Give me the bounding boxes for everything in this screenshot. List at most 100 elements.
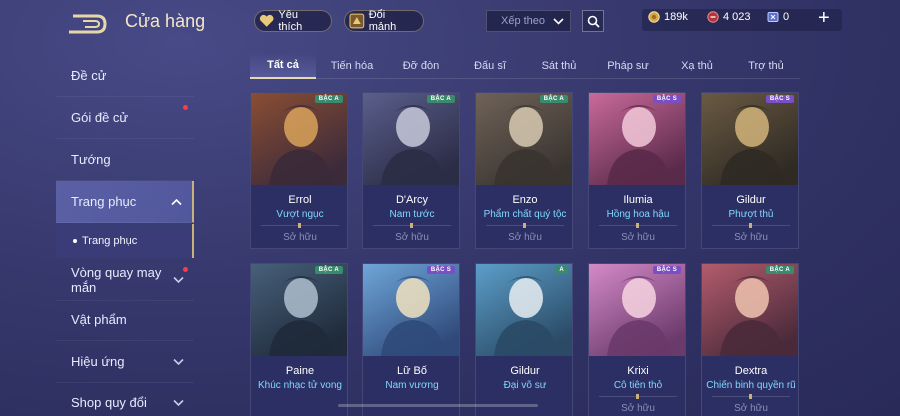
favorites-label: Yêu thích [278,9,303,33]
fragment-icon [349,13,365,29]
skin-card[interactable]: BẬC S Krixi Cô tiên thỏ Sở hữu [588,263,686,416]
category-tabs: Tất cả Tiến hóa Đỡ đòn Đấu sĩ Sát thủ Ph… [250,53,800,79]
sort-dropdown[interactable]: Xếp theo [486,10,571,32]
skin-artwork [589,93,685,185]
sidebar-item-bundles[interactable]: Gói đề cử [56,97,194,139]
tab-label: Trợ thủ [748,60,784,72]
ticket-icon [767,12,779,22]
sidebar-item-label: Gói đề cử [71,110,129,125]
favorites-button[interactable]: Yêu thích [254,9,332,33]
skin-card[interactable]: BẬC S Ilumia Hồng hoa hậu Sở hữu [588,92,686,249]
skin-card[interactable]: BẬC A Enzo Phẩm chất quý tộc Sở hữu [475,92,573,249]
owned-status: Sở hữu [734,403,768,414]
skin-artwork [251,264,347,356]
voucher-icon [707,11,719,23]
tab-evolution[interactable]: Tiến hóa [319,53,385,79]
card-divider [486,223,564,228]
hero-name: Lữ Bố [397,365,427,377]
back-logo-icon[interactable] [69,13,107,35]
skin-name: Đại võ sư [503,380,547,391]
tab-support[interactable]: Trợ thủ [733,53,799,79]
tab-label: Đỡ đòn [402,60,440,72]
skin-card[interactable]: BẬC A Paine Khúc nhạc tử vong [250,263,348,416]
chevron-down-icon [173,276,184,283]
tab-label: Xạ thủ [681,60,713,72]
skin-name: Cô tiên thỏ [613,380,663,391]
hero-name: Enzo [512,194,538,206]
hero-name: Errol [288,194,312,206]
sidebar-item-items[interactable]: Vật phẩm [56,299,194,341]
skin-artwork [476,264,572,356]
tab-all[interactable]: Tất cả [250,53,316,79]
skin-name: Khúc nhạc tử vong [258,380,342,391]
scroll-indicator[interactable] [338,404,538,407]
gold-coin-icon [648,11,660,23]
search-button[interactable] [582,10,604,32]
skin-name: Chiến binh quyền rũ [706,380,796,391]
bullet-icon [73,239,77,243]
tab-label: Tiến hóa [330,60,374,72]
skin-artwork [702,264,798,356]
rank-badge: BẬC A [314,95,343,103]
tab-marksman[interactable]: Xạ thủ [664,53,730,79]
skin-name: Vượt ngục [276,209,324,220]
sidebar-item-heroes[interactable]: Tướng [56,139,194,181]
page-title: Cửa hàng [125,11,206,31]
sidebar-item-exchange-shop[interactable]: Shop quy đổi [56,382,194,416]
chevron-down-icon [173,358,184,365]
sidebar-item-featured[interactable]: Đề cử [56,55,194,97]
skin-card[interactable]: BẬC S Gildur Phượt thủ Sở hữu [701,92,799,249]
skin-artwork [589,264,685,356]
card-divider [599,394,677,399]
skin-artwork [702,93,798,185]
gold-amount: 189k [664,11,688,23]
skin-card[interactable]: BẬC A D'Arcy Nam tước Sở hữu [362,92,460,249]
heart-icon [259,14,274,27]
hero-name: Paine [285,365,315,377]
sidebar-item-label: Shop quy đổi [71,395,147,410]
hero-name: Krixi [627,365,649,377]
tab-assassin[interactable]: Sát thủ [526,53,592,79]
chevron-up-icon [171,198,182,205]
owned-status: Sở hữu [734,232,768,243]
card-divider [373,223,451,228]
voucher-amount: 4 023 [723,11,751,23]
owned-status: Sở hữu [621,403,655,414]
card-divider [599,223,677,228]
sidebar-subitem-skins[interactable]: Trang phục [56,224,194,258]
add-currency-button[interactable]: + [818,8,830,28]
skin-artwork [251,93,347,185]
skin-name: Phượt thủ [728,209,774,220]
skin-card[interactable]: BẬC A Errol Vượt ngục Sở hữu [250,92,348,249]
sidebar-item-label: Đề cử [71,68,107,83]
sidebar-item-effects[interactable]: Hiệu ứng [56,341,194,383]
tab-fighter[interactable]: Đấu sĩ [457,53,523,79]
skin-name: Nam tước [389,209,435,220]
tab-label: Sát thủ [541,60,577,72]
sidebar: Cửa hàng Đề cử Gói đề cử Tướng Trang phụ… [0,0,205,416]
owned-status: Sở hữu [395,232,429,243]
tab-mage[interactable]: Pháp sư [595,53,661,79]
sidebar-item-label: Vật phẩm [71,312,127,327]
rank-badge: BẬC S [426,266,455,274]
chevron-down-icon [173,399,184,406]
sidebar-item-lucky-spin[interactable]: Vòng quay may mắn [56,259,194,301]
rank-badge: BẬC S [652,266,681,274]
skin-artwork [363,264,459,356]
tab-tank[interactable]: Đỡ đòn [388,53,454,79]
sidebar-item-skins[interactable]: Trang phục [56,181,194,223]
skin-card[interactable]: A Gildur Đại võ sư [475,263,573,416]
sidebar-subitem-label: Trang phục [82,235,138,247]
chevron-down-icon [553,17,564,25]
rank-badge: BẬC A [314,266,343,274]
hero-name: Gildur [510,365,540,377]
exchange-label: Đổi mảnh [368,9,397,33]
tab-label: Pháp sư [607,60,649,72]
skin-card[interactable]: BẬC S Lữ Bố Nam vương [362,263,460,416]
rank-badge: BẬC A [426,95,455,103]
exchange-fragments-button[interactable]: Đổi mảnh [344,9,424,33]
skin-name: Phẩm chất quý tộc [483,209,567,220]
notification-dot [183,267,188,272]
hero-name: D'Arcy [395,194,429,206]
skin-card[interactable]: BẬC A Dextra Chiến binh quyền rũ Sở hữu [701,263,799,416]
